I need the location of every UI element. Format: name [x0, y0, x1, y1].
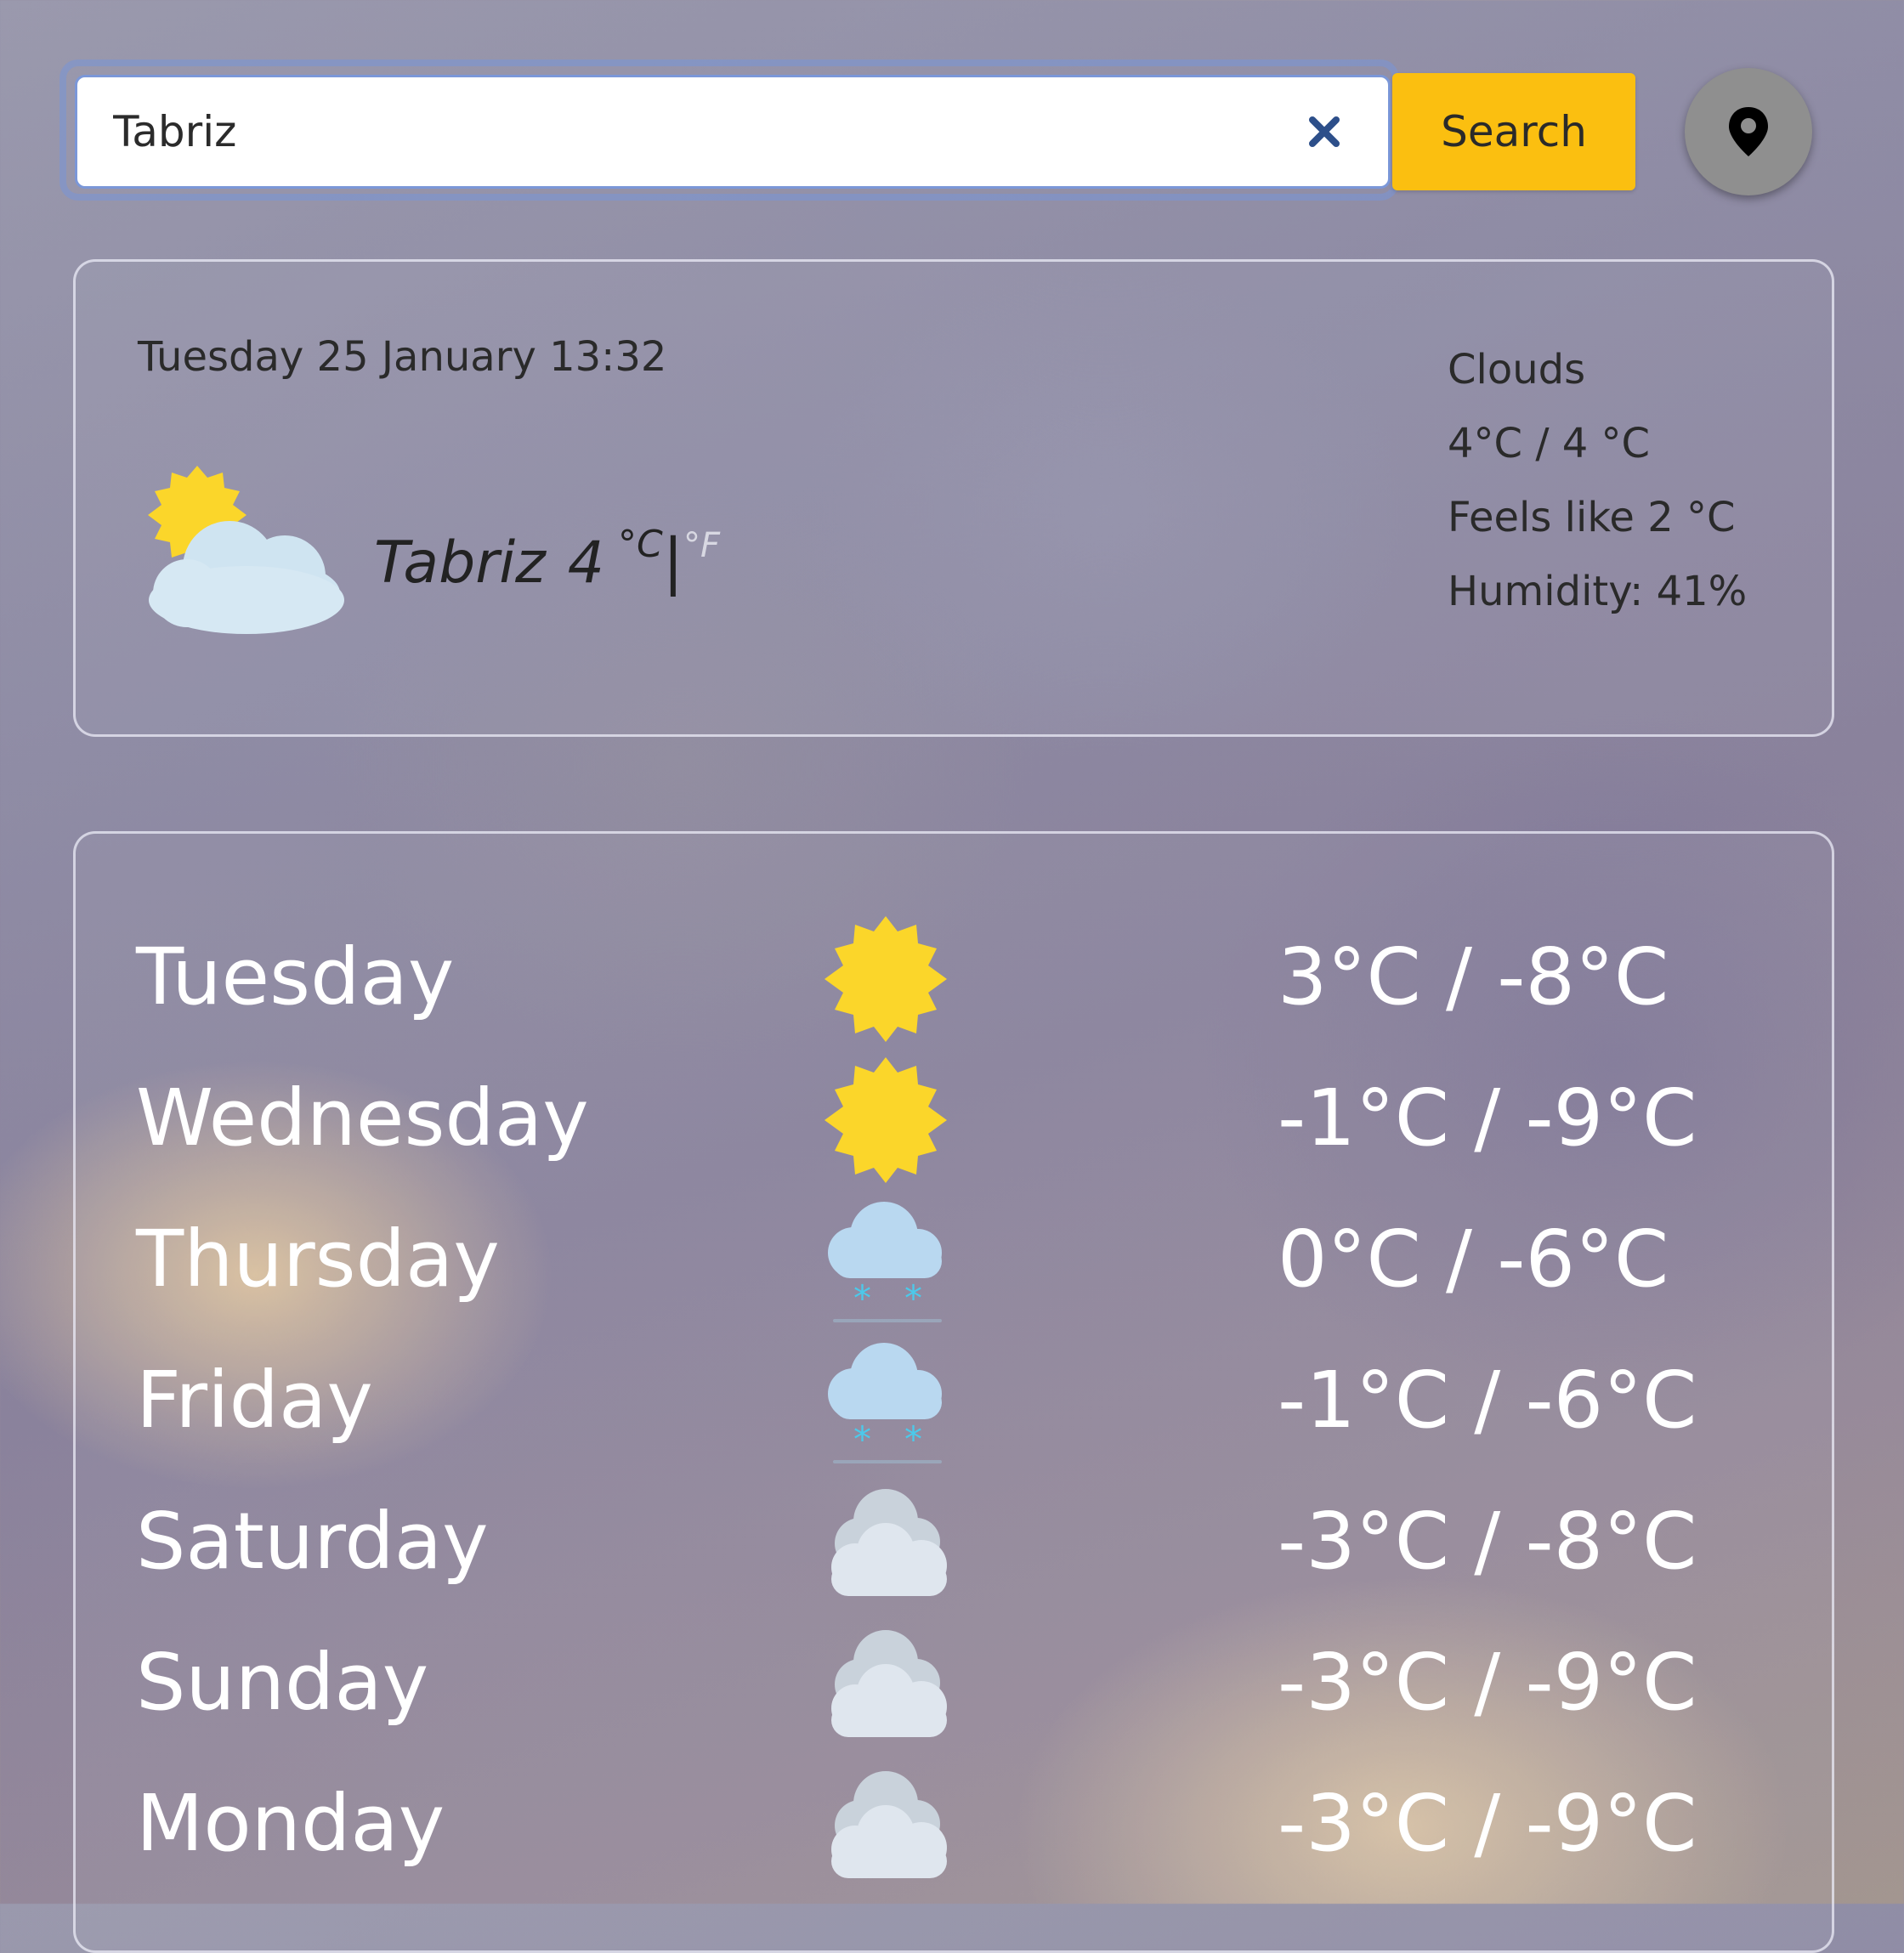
forecast-day: Friday — [136, 1355, 373, 1446]
humidity: Humidity: 41% — [1448, 568, 1748, 615]
sun-icon — [824, 1057, 947, 1183]
high-low: 4°C / 4 °C — [1448, 420, 1651, 467]
forecast-day: Monday — [136, 1778, 445, 1869]
cloud-icon — [831, 1771, 947, 1878]
svg-text:*: * — [853, 1277, 871, 1319]
forecast-day: Saturday — [136, 1496, 489, 1587]
forecast-temps: -1°C / -6°C — [1278, 1355, 1697, 1446]
svg-text:*: * — [853, 1418, 871, 1460]
search-button[interactable]: Search — [1392, 73, 1635, 190]
fahrenheit-toggle[interactable]: °F — [683, 526, 720, 565]
unit-divider: | — [662, 525, 684, 597]
forecast-temps: -3°C / -9°C — [1278, 1778, 1697, 1869]
forecast-row: Sunday -3°C / -9°C — [136, 1603, 1751, 1744]
forecast-row: Monday -3°C / -9°C — [136, 1744, 1751, 1885]
forecast-row: Wednesday -1°C / -9°C — [136, 1039, 1751, 1183]
svg-text:*: * — [904, 1418, 922, 1460]
forecast-temps: -3°C / -9°C — [1278, 1637, 1697, 1728]
forecast-temps: -3°C / -8°C — [1278, 1496, 1697, 1587]
forecast-row: Friday * * -1°C / -6°C — [136, 1321, 1751, 1463]
location-pin-icon — [1729, 107, 1768, 156]
cloud-icon — [831, 1630, 947, 1737]
forecast-row: Saturday -3°C / -8°C — [136, 1462, 1751, 1603]
close-icon — [1309, 116, 1340, 147]
partly-cloudy-icon — [148, 466, 344, 634]
city-temperature: Tabriz 4 °C|°F — [374, 523, 720, 597]
forecast-temps: 3°C / -8°C — [1278, 931, 1669, 1022]
current-datetime: Tuesday 25 January 13:32 — [138, 333, 667, 381]
sun-icon — [824, 916, 947, 1042]
svg-text:*: * — [904, 1277, 922, 1319]
cloud-icon — [831, 1489, 947, 1596]
forecast-row: Thursday * * 0°C / -6°C — [136, 1180, 1751, 1322]
city-name: Tabriz — [374, 529, 546, 597]
forecast-temps: -1°C / -9°C — [1278, 1073, 1697, 1163]
clear-search-button[interactable] — [1296, 104, 1352, 160]
weather-details: Clouds 4°C / 4 °C Feels like 2 °C Humidi… — [1448, 333, 1747, 629]
snow-cloud-icon: * * — [828, 1202, 942, 1322]
celsius-toggle[interactable]: °C — [618, 523, 663, 566]
snow-cloud-icon: * * — [828, 1343, 942, 1463]
forecast-day: Thursday — [136, 1214, 500, 1305]
condition: Clouds — [1448, 346, 1586, 393]
search-input[interactable] — [75, 75, 1391, 189]
location-button[interactable] — [1685, 68, 1812, 195]
feels-like: Feels like 2 °C — [1448, 494, 1736, 541]
forecast-temps: 0°C / -6°C — [1278, 1214, 1669, 1305]
forecast-day: Tuesday — [136, 931, 455, 1022]
forecast-row: Tuesday 3°C / -8°C — [136, 897, 1751, 1042]
forecast-day: Wednesday — [136, 1073, 589, 1163]
current-temp: 4 — [567, 529, 605, 597]
forecast-day: Sunday — [136, 1637, 429, 1728]
